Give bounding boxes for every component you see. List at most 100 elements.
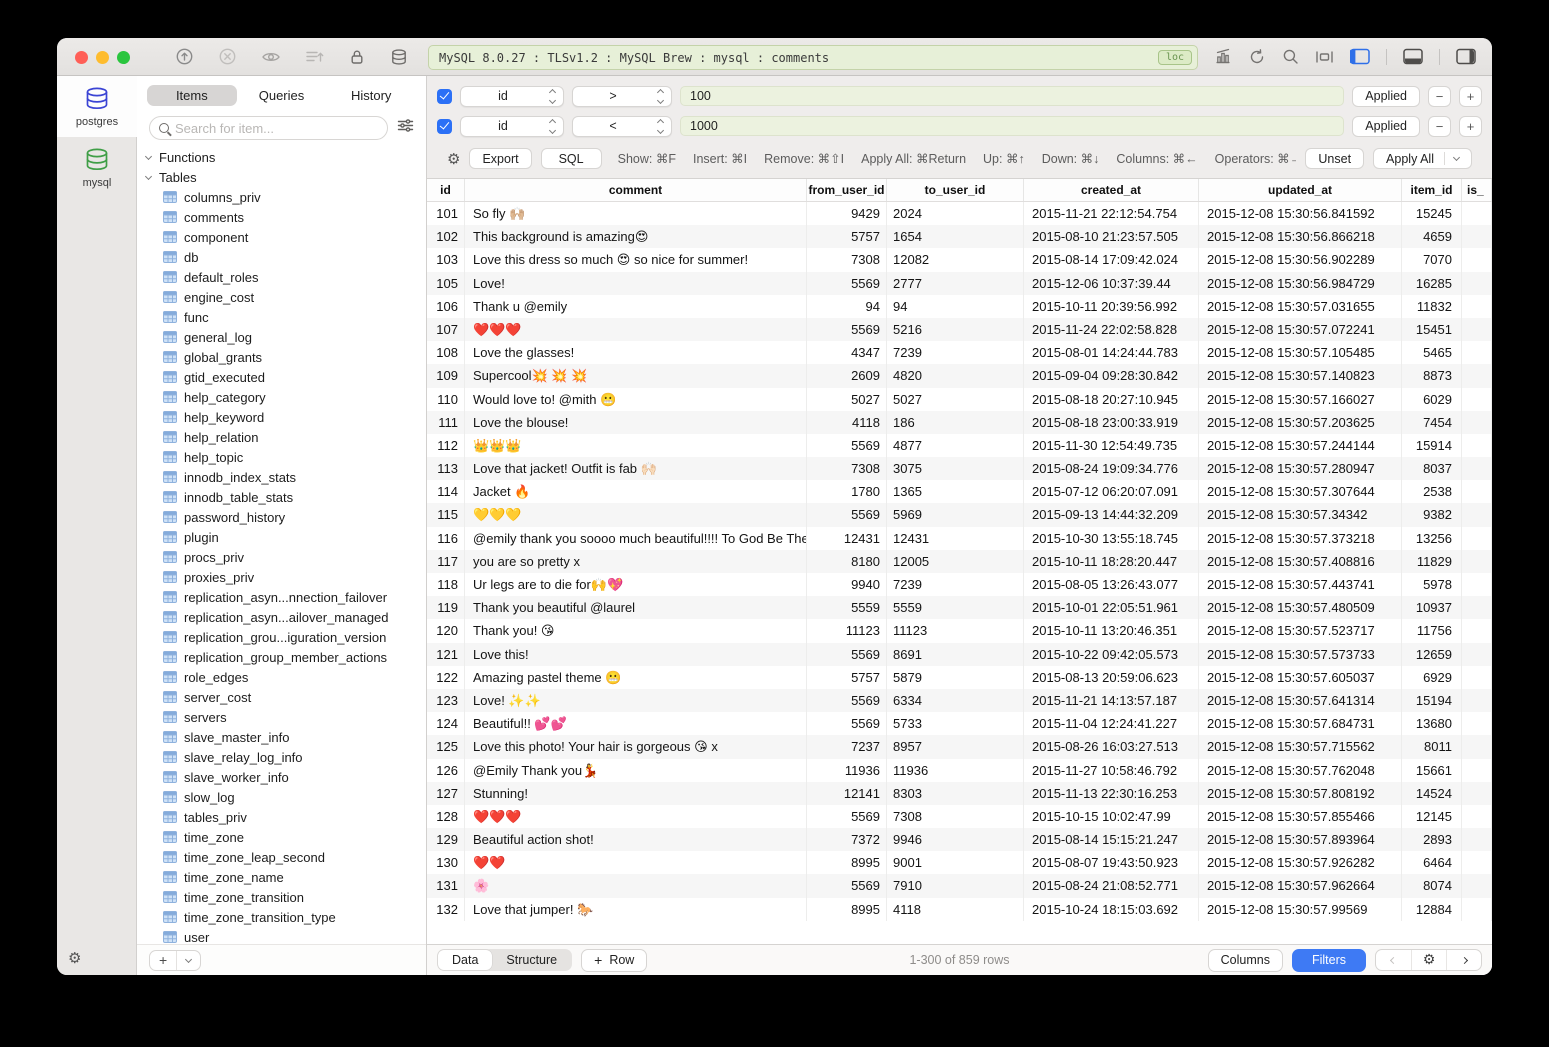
table-row[interactable]: 120Thank you! 😘11123111232015-10-11 13:2… [427,619,1492,642]
filter-value-input[interactable]: 1000 [680,116,1344,136]
table-row[interactable]: 110Would love to! @mith 😬502750272015-08… [427,388,1492,411]
tree-section-tables[interactable]: Tables [137,167,426,187]
connection-status-field[interactable]: MySQL 8.0.27 : TLSv1.2 : MySQL Brew : my… [428,45,1198,70]
filter-operator-select[interactable]: > [572,86,672,107]
table-row[interactable]: 128❤️❤️❤️556973082015-10-15 10:02:47.992… [427,805,1492,828]
loc-badge[interactable]: loc [1158,50,1192,65]
toggle-bottom-panel-icon[interactable] [1403,48,1423,65]
sidebar-table-time_zone_transition[interactable]: time_zone_transition [137,887,426,907]
table-row[interactable]: 132Love that jumper! 🐎899541182015-10-24… [427,898,1492,921]
remove-filter-button[interactable]: − [1428,116,1451,137]
page-settings-gear-icon[interactable]: ⚙ [1411,950,1446,970]
applied-button[interactable]: Applied [1352,86,1420,107]
table-row[interactable]: 129Beautiful action shot!737299462015-08… [427,828,1492,851]
filter-enabled-checkbox[interactable] [437,89,452,104]
add-item-button[interactable]: + [150,951,176,970]
sidebar-table-plugin[interactable]: plugin [137,527,426,547]
sidebar-table-help_category[interactable]: help_category [137,387,426,407]
rail-settings-gear-icon[interactable]: ⚙ [68,949,81,967]
tab-data[interactable]: Data [438,950,492,970]
filter-operator-select[interactable]: < [572,116,672,137]
add-filter-button[interactable]: + [1459,116,1482,137]
table-row[interactable]: 115💛💛💛556959692015-09-13 14:44:32.209201… [427,503,1492,526]
add-item-menu-button[interactable] [176,951,200,970]
sidebar-table-slave_master_info[interactable]: slave_master_info [137,727,426,747]
table-row[interactable]: 123Love! ✨✨556963342015-11-21 14:13:57.1… [427,689,1492,712]
tab-items[interactable]: Items [147,85,237,106]
table-row[interactable]: 126@Emily Thank you💃11936119362015-11-27… [427,759,1492,782]
search-field[interactable] [149,116,388,140]
next-page-button[interactable] [1446,950,1481,970]
table-row[interactable]: 121Love this!556986912015-10-22 09:42:05… [427,643,1492,666]
table-row[interactable]: 114Jacket 🔥178013652015-07-12 06:20:07.0… [427,480,1492,503]
table-settings-gear-icon[interactable]: ⚙ [447,150,460,168]
applied-button[interactable]: Applied [1352,116,1420,137]
sidebar-table-func[interactable]: func [137,307,426,327]
column-header-item_id[interactable]: item_id [1402,179,1462,201]
close-window-button[interactable] [75,51,88,64]
sidebar-table-time_zone_leap_second[interactable]: time_zone_leap_second [137,847,426,867]
sidebar-table-procs_priv[interactable]: procs_priv [137,547,426,567]
column-header-comment[interactable]: comment [465,179,807,201]
lock-icon[interactable] [348,48,366,66]
sidebar-table-help_topic[interactable]: help_topic [137,447,426,467]
columns-button[interactable]: Columns [1208,949,1283,972]
table-row[interactable]: 116@emily thank you soooo much beautiful… [427,527,1492,550]
table-row[interactable]: 101So fly 🙌🏼942920242015-11-21 22:12:54.… [427,202,1492,225]
apply-all-button[interactable]: Apply All [1373,148,1472,169]
tab-history[interactable]: History [326,85,416,106]
table-row[interactable]: 125Love this photo! Your hair is gorgeou… [427,735,1492,758]
tree-section-functions[interactable]: Functions [137,147,426,167]
sidebar-table-slow_log[interactable]: slow_log [137,787,426,807]
unset-button[interactable]: Unset [1305,148,1364,169]
sidebar-table-replication_grou...iguration_version[interactable]: replication_grou...iguration_version [137,627,426,647]
filter-list-icon[interactable] [397,118,414,138]
table-row[interactable]: 107❤️❤️❤️556952162015-11-24 22:02:58.828… [427,318,1492,341]
table-row[interactable]: 103Love this dress so much 😍 so nice for… [427,248,1492,271]
sql-button[interactable]: SQL [541,148,602,169]
connection-mysql[interactable]: mysql [57,137,137,198]
filters-button[interactable]: Filters [1292,949,1366,972]
sidebar-table-help_keyword[interactable]: help_keyword [137,407,426,427]
tab-queries[interactable]: Queries [237,85,327,106]
sidebar-table-server_cost[interactable]: server_cost [137,687,426,707]
column-header-id[interactable]: id [427,179,465,201]
refresh-icon[interactable] [1248,48,1266,66]
sidebar-table-time_zone_transition_type[interactable]: time_zone_transition_type [137,907,426,927]
search-input[interactable] [175,121,378,136]
tab-structure[interactable]: Structure [492,950,571,970]
toggle-right-panel-icon[interactable] [1456,48,1476,65]
statistics-icon[interactable] [1214,48,1232,65]
disconnect-icon[interactable] [218,47,237,66]
table-row[interactable]: 111Love the blouse!41181862015-08-18 23:… [427,411,1492,434]
table-row[interactable]: 109Supercool💥 💥 💥260948202015-09-04 09:2… [427,364,1492,387]
sidebar-table-time_zone_name[interactable]: time_zone_name [137,867,426,887]
sidebar-table-global_grants[interactable]: global_grants [137,347,426,367]
column-header-is_[interactable]: is_ [1462,179,1492,201]
sidebar-table-comments[interactable]: comments [137,207,426,227]
fit-columns-icon[interactable] [1315,49,1334,65]
sidebar-table-slave_worker_info[interactable]: slave_worker_info [137,767,426,787]
sidebar-table-tables_priv[interactable]: tables_priv [137,807,426,827]
table-row[interactable]: 130❤️❤️899590012015-08-07 19:43:50.92320… [427,851,1492,874]
column-header-from_user_id[interactable]: from_user_id [807,179,887,201]
table-row[interactable]: 118Ur legs are to die for🙌💖994072392015-… [427,573,1492,596]
sidebar-table-help_relation[interactable]: help_relation [137,427,426,447]
sidebar-table-innodb_table_stats[interactable]: innodb_table_stats [137,487,426,507]
connect-icon[interactable] [175,47,194,66]
column-header-updated_at[interactable]: updated_at [1199,179,1402,201]
table-row[interactable]: 106Thank u @emily94942015-10-11 20:39:56… [427,295,1492,318]
table-row[interactable]: 119Thank you beautiful @laurel5559555920… [427,596,1492,619]
sidebar-table-component[interactable]: component [137,227,426,247]
filter-column-select[interactable]: id [460,116,564,137]
zoom-window-button[interactable] [117,51,130,64]
add-filter-button[interactable]: + [1459,86,1482,107]
column-header-to_user_id[interactable]: to_user_id [887,179,1024,201]
sidebar-table-time_zone[interactable]: time_zone [137,827,426,847]
sidebar-table-slave_relay_log_info[interactable]: slave_relay_log_info [137,747,426,767]
sidebar-table-general_log[interactable]: general_log [137,327,426,347]
table-row[interactable]: 124Beautiful!! 💕💕556957332015-11-04 12:2… [427,712,1492,735]
table-row[interactable]: 113Love that jacket! Outfit is fab 🙌🏻730… [427,457,1492,480]
database-icon[interactable] [390,48,408,66]
sidebar-table-columns_priv[interactable]: columns_priv [137,187,426,207]
